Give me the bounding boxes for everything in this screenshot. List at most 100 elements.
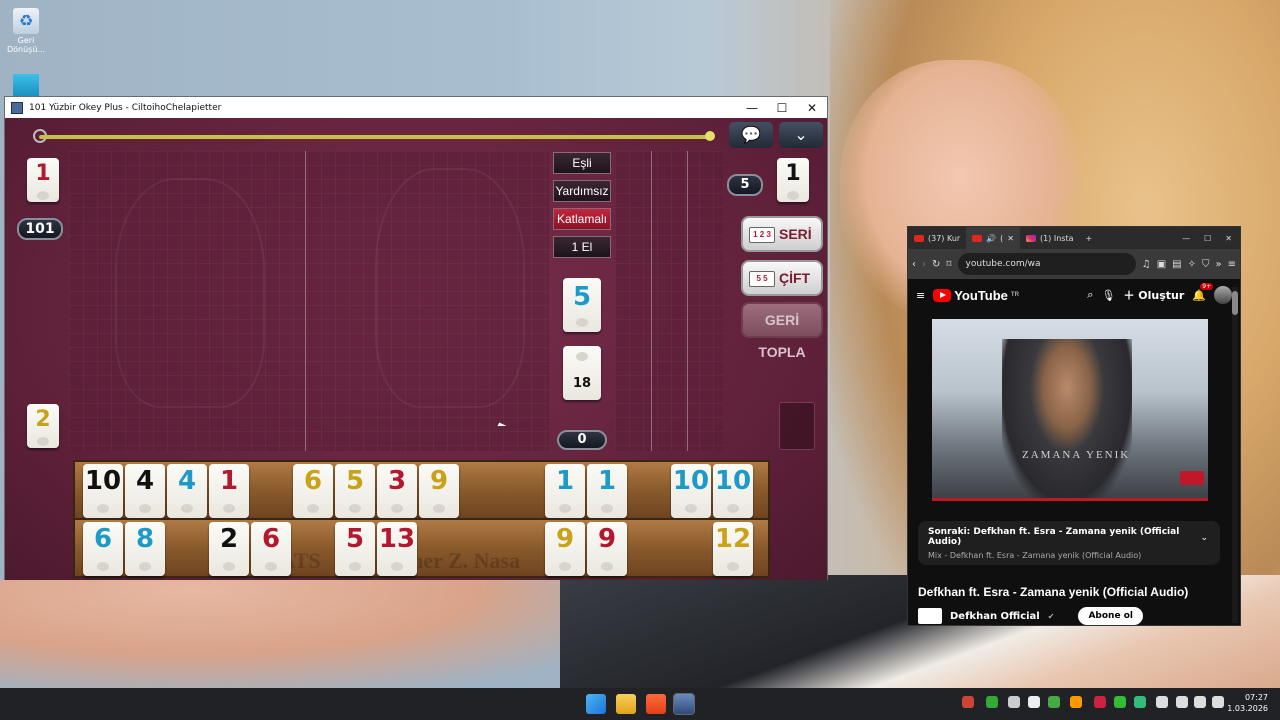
brave-browser-icon[interactable] (646, 694, 666, 714)
reload-icon[interactable]: ↻ (932, 259, 940, 270)
tab-youtube-1[interactable]: (37) Kur (908, 227, 966, 249)
chevron-down-icon[interactable]: ⌄ (1200, 533, 1208, 543)
playlist-icon[interactable]: ♫ (1142, 259, 1151, 270)
avatar[interactable] (1214, 286, 1232, 304)
rack-tile[interactable]: 10 (671, 464, 711, 518)
tile-dot (181, 504, 193, 513)
youtube-logo[interactable]: YouTube TR (933, 288, 1019, 303)
rack-tile[interactable]: 8 (125, 522, 165, 576)
tab-youtube-active[interactable]: 🔊(✕ (966, 227, 1020, 249)
battery-icon[interactable] (1212, 696, 1224, 708)
subscribe-button[interactable]: Abone ol (1078, 607, 1143, 625)
minimize-button[interactable]: — (737, 101, 767, 115)
volume-icon[interactable] (1194, 696, 1206, 708)
tile-number: 4 (177, 466, 197, 496)
rack-tile[interactable]: 4 (125, 464, 165, 518)
tab-instagram[interactable]: (1) Insta (1020, 227, 1080, 249)
rack-tile[interactable]: 6 (83, 522, 123, 576)
browser-close-button[interactable]: ✕ (1225, 234, 1232, 243)
region-label: TR (1010, 292, 1019, 298)
close-button[interactable]: ✕ (797, 101, 827, 115)
shield-icon[interactable]: ⛉ (1202, 259, 1210, 270)
rack-tile[interactable]: 12 (713, 522, 753, 576)
address-bar[interactable]: youtube.com/wa (957, 253, 1136, 275)
okey-game-taskbar-icon[interactable] (673, 693, 695, 715)
rack-tile[interactable]: 9 (419, 464, 459, 518)
rack-tile[interactable]: 9 (545, 522, 585, 576)
video-progress[interactable] (932, 498, 1208, 501)
game-titlebar[interactable]: 101 Yüzbir Okey Plus - CiltoihoChelapiet… (5, 97, 827, 118)
discard-slot[interactable] (779, 402, 815, 450)
network-icon[interactable] (1176, 696, 1188, 708)
rack-tile[interactable]: 6 (251, 522, 291, 576)
channel-name[interactable]: Defkhan Official (950, 611, 1040, 622)
tray-icon[interactable] (1028, 696, 1040, 708)
system-clock[interactable]: 07:27 1.03.2026 (1227, 692, 1268, 714)
file-explorer-icon[interactable] (616, 694, 636, 714)
rack-tile[interactable]: 5 (335, 464, 375, 518)
rack-tile[interactable]: 1 (545, 464, 585, 518)
rack-tile[interactable]: 5 (335, 522, 375, 576)
browser-minimize-button[interactable]: — (1182, 234, 1190, 243)
option-1-el: 1 El (553, 236, 611, 258)
video-player[interactable]: ZAMANA YENIK (932, 319, 1208, 501)
menu-icon[interactable]: ≡ (1228, 259, 1236, 270)
player-tile-top-left[interactable]: 1 (27, 158, 59, 202)
search-icon[interactable]: ⌕ (1087, 288, 1093, 302)
tile-number: 6 (303, 466, 323, 496)
draw-pile[interactable]: 18 (563, 346, 601, 400)
tile-dot (97, 504, 109, 513)
tile-number: 10 (672, 466, 710, 496)
more-icon[interactable]: » (1215, 259, 1221, 270)
rack-row-1: 10 4 4 1 6 5 3 9 1 1 10 10 (73, 460, 770, 520)
channel-avatar[interactable] (918, 608, 942, 624)
up-next-panel[interactable]: Sonraki: Defkhan ft. Esra - Zamana yenik… (918, 521, 1220, 565)
rack-tile[interactable]: 2 (209, 522, 249, 576)
tile-dot (391, 562, 403, 571)
tray-icon[interactable] (962, 696, 974, 708)
pile-count: 18 (572, 376, 592, 391)
browser-maximize-button[interactable]: ☐ (1204, 234, 1211, 243)
forward-icon[interactable]: › (922, 259, 926, 270)
player-tile-bottom-left[interactable]: 2 (27, 404, 59, 448)
sidebar-icon[interactable]: ▣ (1157, 259, 1166, 270)
rack-tile[interactable]: 1 (209, 464, 249, 518)
geri-topla-button[interactable]: GERİ TOPLA (741, 302, 823, 360)
tray-icon[interactable] (1094, 696, 1106, 708)
tray-icon[interactable] (1134, 696, 1146, 708)
extensions-icon[interactable]: ✧ (1188, 259, 1196, 270)
bookmark-icon[interactable]: ⌑ (946, 259, 951, 270)
tray-icon[interactable] (1114, 696, 1126, 708)
hamburger-icon[interactable]: ≡ (916, 289, 925, 302)
notifications-button[interactable]: 🔔 9+ (1192, 282, 1214, 302)
tray-icon[interactable] (1008, 696, 1020, 708)
rack-tile[interactable]: 6 (293, 464, 333, 518)
maximize-button[interactable]: ☐ (767, 101, 797, 115)
wallet-icon[interactable]: ▤ (1172, 259, 1181, 270)
scrollbar[interactable] (1232, 287, 1238, 623)
rack-tile[interactable]: 10 (713, 464, 753, 518)
start-button[interactable] (586, 694, 606, 714)
rack-tile[interactable]: 4 (167, 464, 207, 518)
menu-dropdown-button[interactable]: ⌄ (779, 122, 823, 148)
recycle-bin-shortcut[interactable]: ♻ Geri Dönüşü... (6, 8, 46, 54)
rack-tile[interactable]: 3 (377, 464, 417, 518)
close-tab-icon[interactable]: ✕ (1007, 234, 1014, 243)
seri-ac-button[interactable]: 1 2 3SERİ AÇ (741, 216, 823, 274)
tray-icon[interactable] (1048, 696, 1060, 708)
create-button[interactable]: ＋ Oluştur (1123, 287, 1184, 303)
rack-tile[interactable]: 10 (83, 464, 123, 518)
microphone-tray-icon[interactable] (1156, 696, 1168, 708)
microphone-icon[interactable]: 🎙 (1101, 289, 1115, 302)
chat-button[interactable]: 💬 (729, 122, 773, 148)
player-tile-top-right[interactable]: 1 (777, 158, 809, 202)
rack-tile[interactable]: 13 (377, 522, 417, 576)
tray-icon[interactable] (1070, 696, 1082, 708)
cift-ac-button[interactable]: 5 5ÇİFT AÇ (741, 260, 823, 318)
tray-icon[interactable] (986, 696, 998, 708)
rack-tile[interactable]: 9 (587, 522, 627, 576)
rack-tile[interactable]: 1 (587, 464, 627, 518)
scrollbar-thumb[interactable] (1232, 291, 1238, 315)
new-tab-button[interactable]: + (1079, 227, 1098, 249)
back-icon[interactable]: ‹ (912, 259, 916, 270)
